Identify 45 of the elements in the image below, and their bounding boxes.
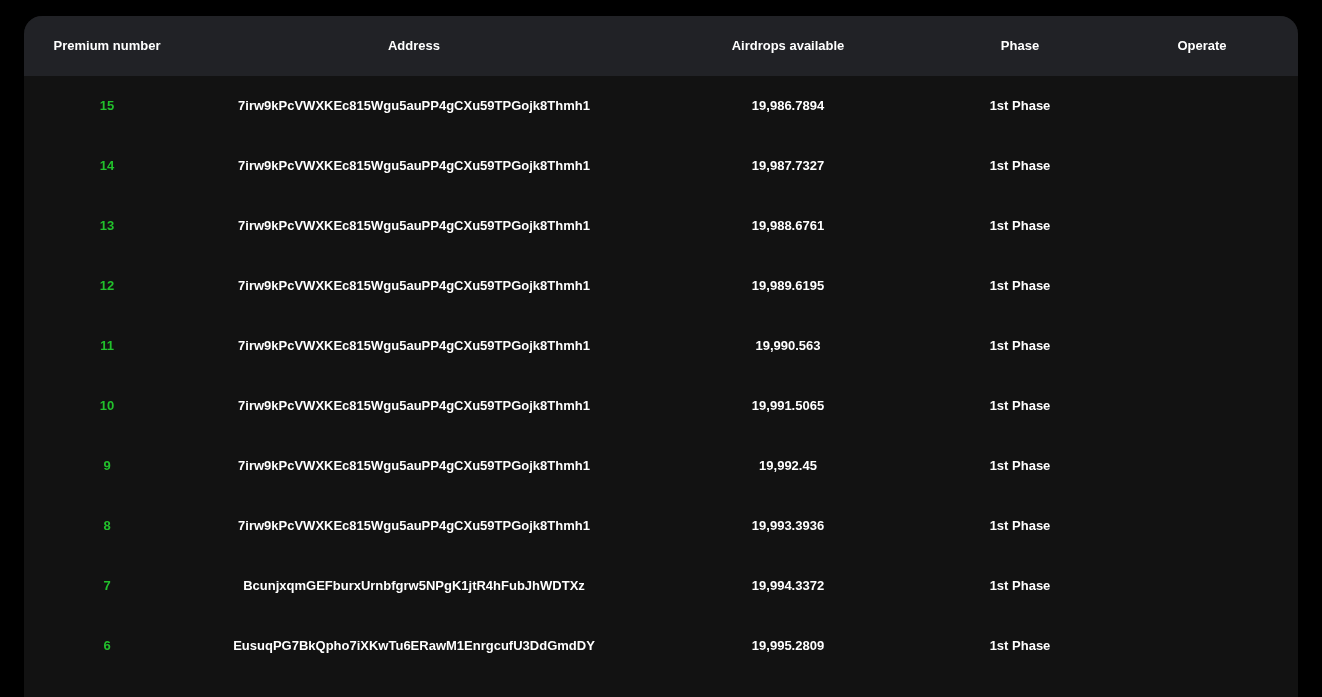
address-cell-text: 7irw9kPcVWXKEc815Wgu5auPP4gCXu59TPGojk8Thmh1 (238, 157, 590, 176)
phase-cell-text: 1st Phase (989, 457, 1051, 476)
address-cell-text: 7irw9kPcVWXKEc815Wgu5auPP4gCXu59TPGojk8Thmh1 (238, 517, 590, 536)
premium-number-cell-text: 8 (103, 517, 111, 536)
address-cell-text: 7irw9kPcVWXKEc815Wgu5auPP4gCXu59TPGojk8Thmh1 (238, 277, 590, 296)
airdrops-cell-text: 19,993.3936 (751, 517, 825, 536)
column-header: Premium number (53, 37, 161, 56)
column-header: Airdrops available (731, 37, 845, 56)
airdrops-cell-text: 19,988.6761 (751, 217, 825, 236)
airdrops-cell-text: 19,989.6195 (751, 277, 825, 296)
phase-cell-text: 1st Phase (989, 397, 1051, 416)
column-header: Operate (1177, 37, 1227, 56)
address-cell-text: 7irw9kPcVWXKEc815Wgu5auPP4gCXu59TPGojk8Thmh1 (238, 397, 590, 416)
premium-number-cell-text: 10 (99, 397, 115, 416)
airdrops-cell-text: 19,991.5065 (751, 397, 825, 416)
column-header: Phase (1000, 37, 1040, 56)
airdrops-cell-text: 19,992.45 (759, 457, 817, 476)
phase-cell-text: 1st Phase (989, 517, 1051, 536)
premium-number-cell-text: 11 (100, 337, 114, 356)
phase-cell-text: 1st Phase (989, 157, 1051, 176)
address-cell-text: BcunjxqmGEFburxUrnbfgrw5NPgK1jtR4hFubJhWDTXz (243, 577, 585, 596)
airdrops-cell-text: 19,994.3372 (751, 577, 825, 596)
column-header: Address (388, 37, 440, 56)
airdrops-cell-text: 19,990.563 (755, 337, 821, 356)
premium-number-cell-text: 7 (103, 577, 111, 596)
address-cell-text: 7irw9kPcVWXKEc815Wgu5auPP4gCXu59TPGojk8Thmh1 (238, 337, 590, 356)
phase-cell-text: 1st Phase (989, 97, 1051, 116)
address-cell-text: 7irw9kPcVWXKEc815Wgu5auPP4gCXu59TPGojk8Thmh1 (238, 457, 590, 476)
address-cell-text: 7irw9kPcVWXKEc815Wgu5auPP4gCXu59TPGojk8Thmh1 (238, 97, 590, 116)
premium-number-cell-text: 13 (99, 217, 115, 236)
premium-number-cell-text: 9 (103, 457, 111, 476)
premium-number-cell-text: 12 (99, 277, 115, 296)
phase-cell-text: 1st Phase (989, 637, 1051, 656)
address-cell-text: EusuqPG7BkQpho7iXKwTu6ERawM1EnrgcufU3DdGmdDY (233, 637, 595, 656)
premium-number-cell-text: 14 (99, 157, 115, 176)
premium-number-cell-text: 6 (103, 637, 111, 656)
airdrops-cell-text: 19,986.7894 (751, 97, 825, 116)
airdrops-cell-text: 19,987.7327 (751, 157, 825, 176)
phase-cell-text: 1st Phase (989, 277, 1051, 296)
premium-number-cell-text: 15 (99, 97, 115, 116)
phase-cell-text: 1st Phase (989, 577, 1051, 596)
airdrops-cell-text: 19,995.2809 (751, 637, 825, 656)
phase-cell-text: 1st Phase (989, 217, 1051, 236)
phase-cell-text: 1st Phase (989, 337, 1051, 356)
address-cell-text: 7irw9kPcVWXKEc815Wgu5auPP4gCXu59TPGojk8Thmh1 (238, 217, 590, 236)
